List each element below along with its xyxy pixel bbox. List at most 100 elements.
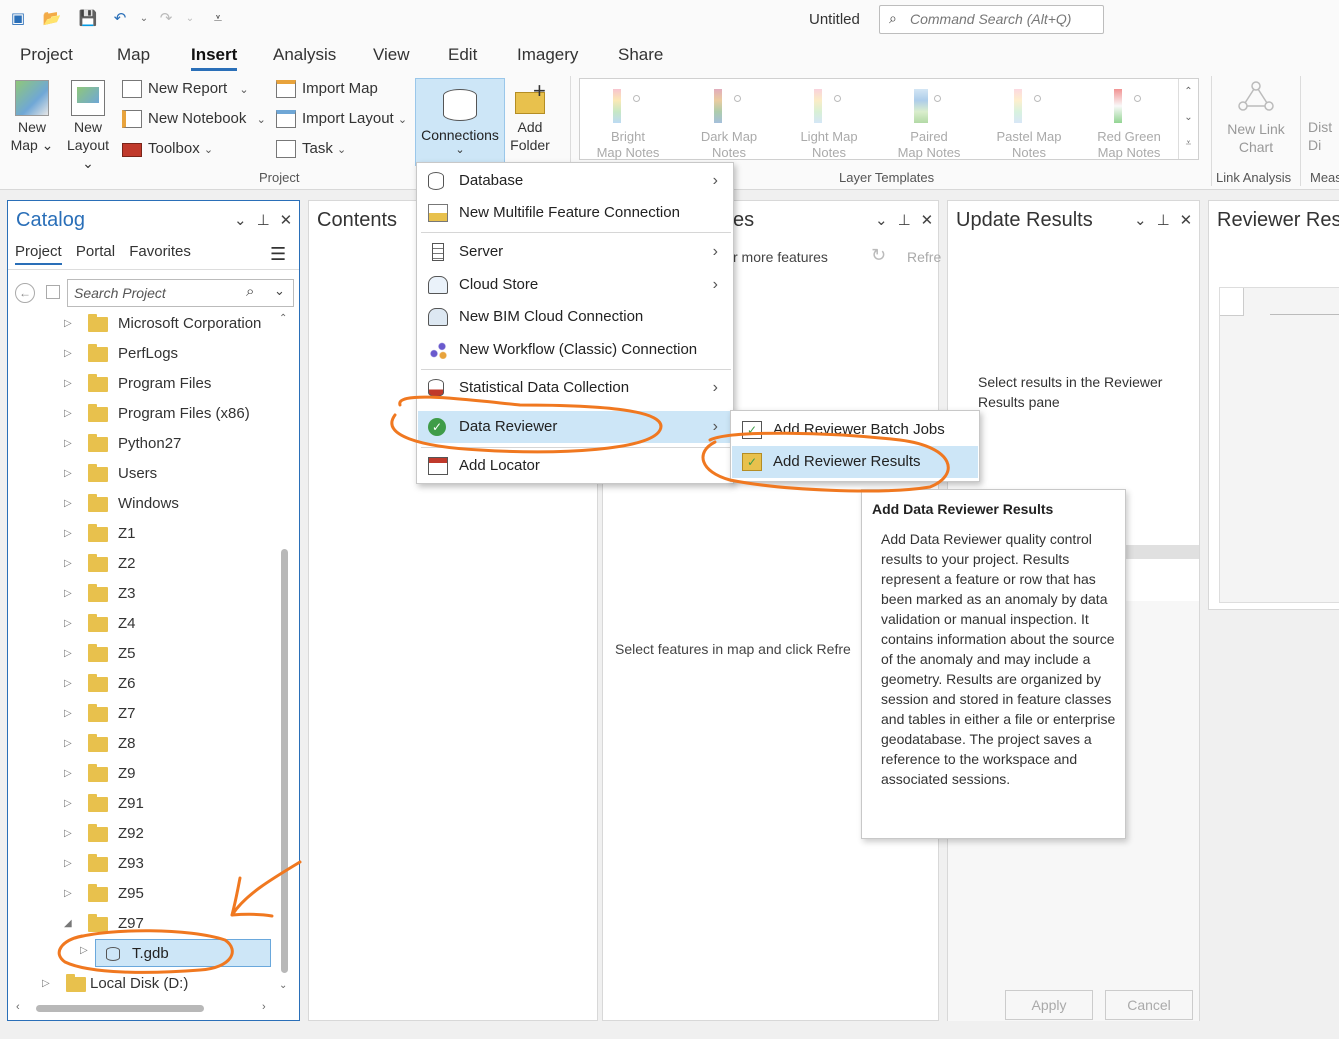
chevron-right-icon: › [712,243,718,260]
catalog-tab-portal[interactable]: Portal [76,243,115,260]
menu-item-data-reviewer[interactable]: ✓ Data Reviewer › [418,411,732,443]
refresh-icon[interactable]: ↻ [871,245,886,266]
catalog-search-input[interactable]: Search Project ⌕ ⌄ [67,279,294,307]
import-map-button[interactable]: Import Map [276,78,378,100]
expand-arrow-icon[interactable]: ▷ [64,759,78,789]
add-folder-button[interactable]: + Add Folder [506,80,554,154]
new-map-button[interactable]: New Map ⌄ [6,80,58,154]
menu-item-add-reviewer-batch-jobs[interactable]: ✓ Add Reviewer Batch Jobs [732,414,978,446]
layer-templates-gallery: Bright Map Notes Dark Map Notes Light Map N… [579,78,1199,160]
task-button[interactable]: Task ⌄ [276,138,346,160]
tab-imagery[interactable]: Imagery [517,45,578,65]
expand-arrow-icon[interactable]: ▷ [64,369,78,399]
menu-item-add-locator[interactable]: Add Locator [418,450,732,482]
new-layout-icon [71,80,105,116]
tab-edit[interactable]: Edit [448,45,477,65]
command-search-input[interactable]: ⌕ Command Search (Alt+Q) [879,5,1104,34]
scrollbar-thumb[interactable] [36,1005,204,1012]
expand-arrow-icon[interactable]: ▷ [64,339,78,369]
open-folder-icon[interactable]: 📂 [42,9,62,29]
catalog-menu-icon[interactable]: ☰ [270,244,286,265]
menu-item-new-workflow-classic-connection[interactable]: New Workflow (Classic) Connection [418,334,732,366]
scrollbar-thumb[interactable] [281,549,288,973]
chevron-down-icon[interactable]: ⌄ [274,283,285,299]
gallery-scroll[interactable]: ⌃ ⌄ ⩡ [1178,79,1198,159]
cancel-button[interactable]: Cancel [1105,990,1193,1020]
new-link-chart-button[interactable]: New Link Chart [1220,80,1292,156]
tab-insert[interactable]: Insert [191,45,238,71]
template-dark-map-notes[interactable]: Dark Map Notes [681,89,777,161]
expand-arrow-icon[interactable]: ▷ [64,639,78,669]
tab-view[interactable]: View [373,45,410,65]
save-icon[interactable]: 💾 [78,9,98,29]
expand-arrow-icon[interactable]: ▷ [64,789,78,819]
template-paired-map-notes[interactable]: Paired Map Notes [881,89,977,161]
import-layout-button[interactable]: Import Layout ⌄ [276,108,407,130]
tab-analysis[interactable]: Analysis [273,45,336,65]
expand-arrow-icon[interactable]: ▷ [64,849,78,879]
undo-dropdown-icon[interactable]: ⌄ [134,9,154,29]
expand-arrow-icon[interactable]: ▷ [64,309,78,339]
redo-icon[interactable]: ↷ [156,9,176,29]
template-red-green-map-notes[interactable]: Red Green Map Notes [1081,89,1177,161]
apply-button[interactable]: Apply [1005,990,1093,1020]
expand-arrow-icon[interactable]: ▷ [64,399,78,429]
reviewer-results-pane: Reviewer Resu [1208,200,1339,610]
collapse-arrow-icon[interactable]: ◢ [64,909,78,939]
search-icon[interactable]: ⌕ [246,283,254,300]
menu-item-statistical-data-collection[interactable]: Statistical Data Collection › [418,372,732,404]
horizontal-scrollbar[interactable]: ‹ › [16,1001,272,1015]
expand-arrow-icon[interactable]: ▷ [64,729,78,759]
expand-arrow-icon[interactable]: ▷ [64,579,78,609]
menu-item-database[interactable]: Database › [418,165,732,197]
catalog-tab-favorites[interactable]: Favorites [129,243,191,260]
expand-arrow-icon[interactable]: ▷ [42,969,56,999]
back-icon[interactable]: ← [15,283,35,303]
menu-item-new-bim-cloud-connection[interactable]: New BIM Cloud Connection [418,301,732,333]
menu-item-new-multifile-feature-connection[interactable]: New Multifile Feature Connection [418,197,732,229]
expand-arrow-icon[interactable]: ▷ [64,549,78,579]
new-report-button[interactable]: New Report ⌄ [122,78,249,100]
connections-button[interactable]: Connections ⌄ [415,78,505,166]
toolbox-button[interactable]: Toolbox ⌄ [122,138,213,160]
expand-arrow-icon[interactable]: ▷ [64,699,78,729]
project-icon[interactable]: ▣ [8,9,28,29]
template-bright-map-notes[interactable]: Bright Map Notes [580,89,676,161]
expand-arrow-icon[interactable]: ▷ [64,519,78,549]
catalog-tab-project[interactable]: Project [15,243,62,265]
new-notebook-button[interactable]: New Notebook ⌄ [122,108,266,130]
expand-arrow-icon[interactable]: ▷ [64,489,78,519]
expand-arrow-icon[interactable]: ▷ [80,945,88,956]
tab-map[interactable]: Map [117,45,150,65]
tab-share[interactable]: Share [618,45,663,65]
refresh-label[interactable]: Refre [907,249,941,265]
expand-arrow-icon[interactable]: ▷ [64,879,78,909]
chevron-right-icon: › [712,276,718,293]
expand-arrow-icon[interactable]: ▷ [64,669,78,699]
expand-arrow-icon[interactable]: ▷ [64,819,78,849]
undo-icon[interactable]: ↶ [110,9,130,29]
new-map-label-2: Map ⌄ [10,137,54,153]
distance-button[interactable]: Dist Di [1308,118,1339,154]
menu-item-server[interactable]: Server › [418,236,732,268]
pane-controls[interactable]: ⌄⊥✕ [875,211,943,229]
new-layout-button[interactable]: New Layout ⌄ [60,80,116,172]
tree-item-t-gdb[interactable]: T.gdb [95,939,271,967]
expand-arrow-icon[interactable]: ▷ [64,459,78,489]
menu-item-cloud-store[interactable]: Cloud Store › [418,269,732,301]
pane-controls[interactable]: ⌄⊥✕ [234,211,302,229]
customize-toolbar-icon[interactable]: ⩡ [208,9,228,29]
folder-icon [66,974,86,992]
template-pastel-map-notes[interactable]: Pastel Map Notes [981,89,1077,161]
redo-dropdown-icon[interactable]: ⌄ [180,9,200,29]
pane-controls[interactable]: ⌄⊥✕ [1134,211,1202,229]
tree-item-label: Microsoft Corporation [118,315,262,332]
expand-arrow-icon[interactable]: ▷ [64,429,78,459]
expand-arrow-icon[interactable]: ▷ [64,609,78,639]
tree-item-label: Program Files (x86) [118,405,250,422]
template-light-map-notes[interactable]: Light Map Notes [781,89,877,161]
tab-project[interactable]: Project [20,45,73,65]
menu-item-add-reviewer-results[interactable]: ✓ Add Reviewer Results [732,446,978,478]
red-green-map-notes-icon [1112,89,1146,125]
vertical-scrollbar[interactable]: ⌃ ⌄ [278,313,292,995]
